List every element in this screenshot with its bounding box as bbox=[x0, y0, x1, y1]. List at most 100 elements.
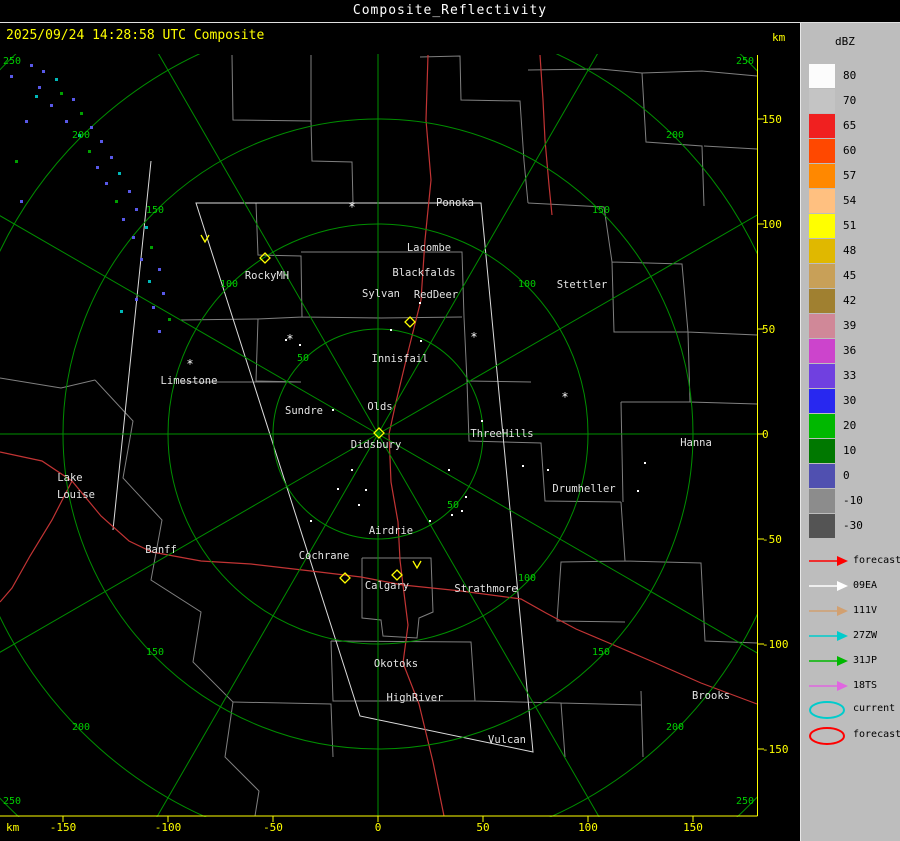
colorbar-entry: 42 bbox=[809, 289, 899, 313]
legend-ellipse-row: current bbox=[807, 699, 899, 723]
city-label: Ponoka bbox=[436, 197, 474, 209]
arrow-icon bbox=[807, 579, 849, 593]
echo-pixel bbox=[115, 200, 118, 203]
echo-pixel bbox=[72, 98, 75, 101]
echo-pixel bbox=[132, 236, 135, 239]
echo-pixel bbox=[55, 78, 58, 81]
colorbar-swatch bbox=[809, 139, 835, 163]
echo-pixel bbox=[60, 92, 63, 95]
colorbar-entry: 57 bbox=[809, 164, 899, 188]
echo-pixel bbox=[145, 226, 148, 229]
echo-pixel bbox=[135, 298, 138, 301]
legend-label: 31JP bbox=[853, 655, 877, 666]
bottom-axis-tick-label: 150 bbox=[683, 821, 703, 834]
colorbar-value: 65 bbox=[843, 119, 856, 132]
colorbar-value: 10 bbox=[843, 444, 856, 457]
radar-application-window: Composite_Reflectivity 2025/09/24 14:28:… bbox=[0, 0, 900, 841]
right-axis-tick-label: -100 bbox=[762, 638, 789, 651]
legend-label: 27ZW bbox=[853, 630, 877, 641]
right-axis-unit: km bbox=[772, 31, 786, 44]
city-label: Limestone bbox=[161, 375, 218, 387]
colorbar-swatch bbox=[809, 289, 835, 313]
town-dot bbox=[644, 462, 646, 464]
range-label: 50 bbox=[447, 500, 459, 511]
colorbar-entry: -30 bbox=[809, 514, 899, 538]
colorbar-value: 45 bbox=[843, 269, 856, 282]
colorbar-value: 54 bbox=[843, 194, 856, 207]
colorbar-value: -30 bbox=[843, 519, 863, 532]
colorbar-entry: 36 bbox=[809, 339, 899, 363]
city-label: Calgary bbox=[365, 580, 409, 592]
legend-arrow-row: 31JP bbox=[807, 654, 899, 678]
colorbar-swatch bbox=[809, 489, 835, 513]
bottom-axis-unit: km bbox=[6, 821, 20, 834]
town-dot bbox=[481, 420, 483, 422]
station-asterisk: * bbox=[348, 200, 355, 214]
echo-pixel bbox=[30, 64, 33, 67]
city-label: Blackfalds bbox=[392, 267, 455, 279]
right-axis-tick-label: 50 bbox=[762, 323, 775, 336]
colorbar-value: 30 bbox=[843, 394, 856, 407]
colorbar-entry: 48 bbox=[809, 239, 899, 263]
arrow-icon bbox=[807, 629, 849, 643]
colorbar-swatch bbox=[809, 64, 835, 88]
colorbar-swatch bbox=[809, 89, 835, 113]
range-label: 200 bbox=[72, 130, 90, 141]
echo-pixel bbox=[80, 112, 83, 115]
radar-site-icon bbox=[392, 570, 402, 580]
town-dot bbox=[429, 520, 431, 522]
echo-pixel bbox=[148, 280, 151, 283]
town-dot bbox=[358, 504, 360, 506]
range-label: 100 bbox=[220, 279, 238, 290]
town-dot bbox=[332, 409, 334, 411]
echo-pixel bbox=[152, 306, 155, 309]
colorbar-entry: 65 bbox=[809, 114, 899, 138]
city-label: Vulcan bbox=[488, 734, 526, 746]
echo-pixel bbox=[38, 86, 41, 89]
colorbar-swatch bbox=[809, 464, 835, 488]
echo-pixel bbox=[140, 258, 143, 261]
echo-pixel bbox=[10, 75, 13, 78]
town-dot bbox=[547, 469, 549, 471]
range-label: 150 bbox=[146, 205, 164, 216]
colorbar-entry: 54 bbox=[809, 189, 899, 213]
colorbar-swatch bbox=[809, 364, 835, 388]
colorbar-value: 48 bbox=[843, 244, 856, 257]
colorbar-value: -10 bbox=[843, 494, 863, 507]
range-label: 250 bbox=[3, 56, 21, 67]
colorbar-swatch bbox=[809, 389, 835, 413]
town-dot bbox=[637, 490, 639, 492]
colorbar-value: 80 bbox=[843, 69, 856, 82]
range-label: 250 bbox=[736, 56, 754, 67]
right-axis-tick-label: -50 bbox=[762, 533, 782, 546]
city-label: Strathmore bbox=[454, 583, 517, 595]
legend-label: forecast bbox=[853, 729, 900, 740]
range-label: 150 bbox=[592, 647, 610, 658]
echo-pixel bbox=[20, 200, 23, 203]
colorbar-swatch bbox=[809, 214, 835, 238]
city-label: Brooks bbox=[692, 690, 730, 702]
range-label: 150 bbox=[592, 205, 610, 216]
town-dot bbox=[337, 488, 339, 490]
colorbar-title: dBZ bbox=[835, 35, 855, 48]
range-label: 150 bbox=[146, 647, 164, 658]
echo-pixel bbox=[42, 70, 45, 73]
city-label: ThreeHills bbox=[470, 428, 533, 440]
legend-arrow-row: 111V bbox=[807, 604, 899, 628]
colorbar-entry: 70 bbox=[809, 89, 899, 113]
radar-display[interactable]: 1001502002501001502002501502002505010015… bbox=[0, 0, 900, 841]
legend-arrow-row: 09EA bbox=[807, 579, 899, 603]
echo-pixel bbox=[96, 166, 99, 169]
city-label: Olds bbox=[367, 401, 392, 413]
ellipse-icon bbox=[807, 725, 849, 747]
range-ring-grid bbox=[0, 0, 900, 841]
range-label: 250 bbox=[3, 796, 21, 807]
city-label: Stettler bbox=[557, 279, 608, 291]
station-asterisk: * bbox=[186, 357, 193, 371]
colorbar-swatch bbox=[809, 164, 835, 188]
echo-pixel bbox=[162, 292, 165, 295]
range-label: 250 bbox=[736, 796, 754, 807]
legend-label: 111V bbox=[853, 605, 877, 616]
city-label: Airdrie bbox=[369, 525, 413, 537]
range-label: 100 bbox=[518, 573, 536, 584]
